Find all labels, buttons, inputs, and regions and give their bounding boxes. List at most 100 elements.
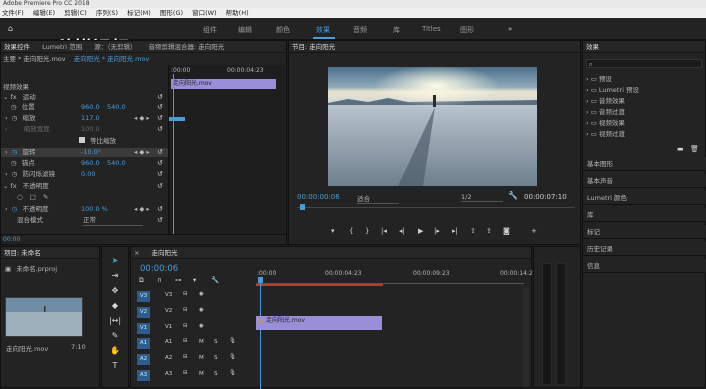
effect-controls-timecode[interactable]: 00:00: [3, 236, 20, 243]
stopwatch-icon[interactable]: ◷: [12, 170, 18, 178]
track-target-v1[interactable]: V1: [137, 323, 150, 334]
new-folder-icon[interactable]: ▬: [677, 145, 684, 153]
reset-icon[interactable]: ↺: [157, 205, 163, 213]
lift-icon[interactable]: ⇧: [470, 227, 476, 235]
go-to-in-icon[interactable]: |◂: [381, 227, 387, 235]
sequence-clip-label[interactable]: 走向阳光 * 走向阳光.mov: [74, 55, 150, 63]
menu-help[interactable]: 帮助(H): [226, 9, 249, 17]
chevron-down-icon[interactable]: ⌄ fx: [3, 93, 17, 101]
microphone-icon[interactable]: 🎙: [229, 338, 236, 344]
type-tool-icon[interactable]: T: [102, 358, 128, 373]
opacity-effect-row[interactable]: ⌄ fx 不透明度: [3, 182, 168, 191]
anchor-x-value[interactable]: 960.0: [81, 159, 100, 168]
chevron-right-icon[interactable]: ›: [5, 205, 8, 213]
reset-icon[interactable]: ↺: [157, 114, 163, 122]
program-playhead[interactable]: [300, 204, 305, 210]
more-workspaces-icon[interactable]: »: [508, 25, 512, 33]
menu-graphics[interactable]: 图形(G): [160, 9, 183, 17]
reset-icon[interactable]: ↺: [157, 93, 163, 101]
timeline-timecode[interactable]: 00:00:06: [140, 264, 178, 274]
track-target-a2[interactable]: A2: [137, 354, 150, 365]
chevron-right-icon[interactable]: ›: [586, 86, 589, 94]
keyframe-marker[interactable]: [169, 117, 185, 121]
timeline-playhead[interactable]: [260, 283, 261, 389]
go-to-out-icon[interactable]: ▸|: [452, 227, 458, 235]
export-frame-icon[interactable]: ◙: [503, 227, 510, 235]
chevron-down-icon[interactable]: ⌄ fx: [3, 182, 17, 190]
menu-clip[interactable]: 剪辑(C): [64, 9, 87, 17]
stopwatch-icon[interactable]: ◷: [12, 148, 18, 156]
track-target-v2[interactable]: V2: [137, 307, 150, 318]
step-back-icon[interactable]: ◂|: [399, 227, 405, 235]
menu-marker[interactable]: 标记(M): [127, 9, 151, 17]
program-title[interactable]: 节目: 走向阳光: [292, 43, 335, 51]
mark-out-icon[interactable]: }: [365, 227, 369, 235]
trash-icon[interactable]: 🗑: [690, 145, 699, 153]
position-x-value[interactable]: 960.0: [81, 103, 100, 112]
pen-tool-icon[interactable]: ✎: [102, 328, 128, 343]
reset-icon[interactable]: ↺: [157, 148, 163, 156]
microphone-icon[interactable]: 🎙: [229, 354, 236, 360]
solo-button[interactable]: S: [214, 355, 218, 361]
tree-item-lumetri-presets[interactable]: › ▭ Lumetri 预设: [586, 86, 639, 95]
menu-file[interactable]: 文件(F): [2, 9, 24, 17]
menu-sequence[interactable]: 序列(S): [96, 9, 118, 17]
position-y-value[interactable]: 540.0: [107, 103, 126, 112]
eye-icon[interactable]: ◉: [199, 323, 204, 329]
rotation-value[interactable]: -10.0°: [81, 148, 101, 157]
nest-icon[interactable]: ⧉: [139, 276, 144, 285]
home-icon[interactable]: ⌂: [8, 24, 13, 33]
keyframe-nav[interactable]: ◂ ◆ ▸: [134, 205, 150, 214]
chevron-right-icon[interactable]: ›: [586, 75, 589, 83]
rect-mask-icon[interactable]: □: [30, 193, 36, 201]
sync-lock-icon[interactable]: ⊟: [183, 323, 188, 329]
panel-essential-graphics[interactable]: 基本图形: [583, 157, 706, 171]
add-marker-icon[interactable]: ▾: [331, 227, 335, 235]
track-target-a3[interactable]: A3: [137, 370, 150, 381]
workspace-tab-graphics[interactable]: 图形: [460, 25, 474, 35]
resolution-select[interactable]: 1/2: [461, 193, 503, 202]
workspace-tab-titles[interactable]: Titles: [422, 25, 441, 33]
panel-libraries[interactable]: 库: [583, 208, 706, 222]
wrench-icon[interactable]: 🔧: [211, 276, 219, 284]
eye-icon[interactable]: ◉: [199, 291, 204, 297]
anti-flicker-value[interactable]: 0.00: [81, 170, 95, 179]
sync-lock-icon[interactable]: ⊟: [183, 354, 188, 360]
effects-search-input[interactable]: ⌕: [586, 59, 702, 68]
tab-effect-controls[interactable]: 效果控件: [4, 43, 30, 51]
ripple-edit-tool-icon[interactable]: ✥: [102, 283, 128, 298]
sync-lock-icon[interactable]: ⊟: [183, 307, 188, 313]
snap-icon[interactable]: ∩: [157, 276, 162, 284]
effect-mini-timeline[interactable]: [168, 65, 285, 235]
stopwatch-icon[interactable]: ◷: [11, 103, 17, 111]
sync-lock-icon[interactable]: ⊟: [183, 291, 188, 297]
reset-icon[interactable]: ↺: [157, 159, 163, 167]
track-select-tool-icon[interactable]: ⇥: [102, 268, 128, 283]
add-button-icon[interactable]: +: [531, 227, 537, 235]
tree-item-audio-transitions[interactable]: › ▭ 音频过渡: [586, 108, 625, 117]
add-marker-icon[interactable]: ▾: [193, 276, 196, 284]
menu-window[interactable]: 窗口(W): [192, 9, 217, 17]
selection-tool-icon[interactable]: ➤: [102, 253, 128, 268]
mute-button[interactable]: M: [199, 339, 204, 345]
reset-icon[interactable]: ↺: [157, 170, 163, 178]
stopwatch-icon[interactable]: ◷: [12, 205, 18, 213]
master-clip-label[interactable]: 主要 * 走向阳光.mov: [3, 55, 66, 63]
mark-in-icon[interactable]: {: [349, 227, 353, 235]
solo-button[interactable]: S: [214, 371, 218, 377]
blend-mode-select[interactable]: 正常: [83, 216, 143, 226]
opacity-value[interactable]: 100.0 %: [81, 205, 108, 214]
clip-name[interactable]: 走向阳光.mov: [6, 343, 48, 353]
hand-tool-icon[interactable]: ✋: [102, 343, 128, 358]
panel-lumetri-color[interactable]: Lumetri 颜色: [583, 191, 706, 205]
close-icon[interactable]: ×: [134, 249, 139, 257]
mini-clip-bar[interactable]: 走向阳光.mov: [171, 79, 276, 89]
fit-select[interactable]: 适合: [357, 193, 399, 204]
razor-tool-icon[interactable]: ◆: [102, 298, 128, 313]
chevron-right-icon[interactable]: ›: [5, 114, 8, 122]
microphone-icon[interactable]: 🎙: [229, 370, 236, 376]
chevron-right-icon[interactable]: ›: [586, 130, 589, 138]
reset-icon[interactable]: ↺: [157, 182, 163, 190]
menu-edit[interactable]: 编辑(E): [33, 9, 55, 17]
wrench-icon[interactable]: 🔧: [508, 191, 518, 200]
